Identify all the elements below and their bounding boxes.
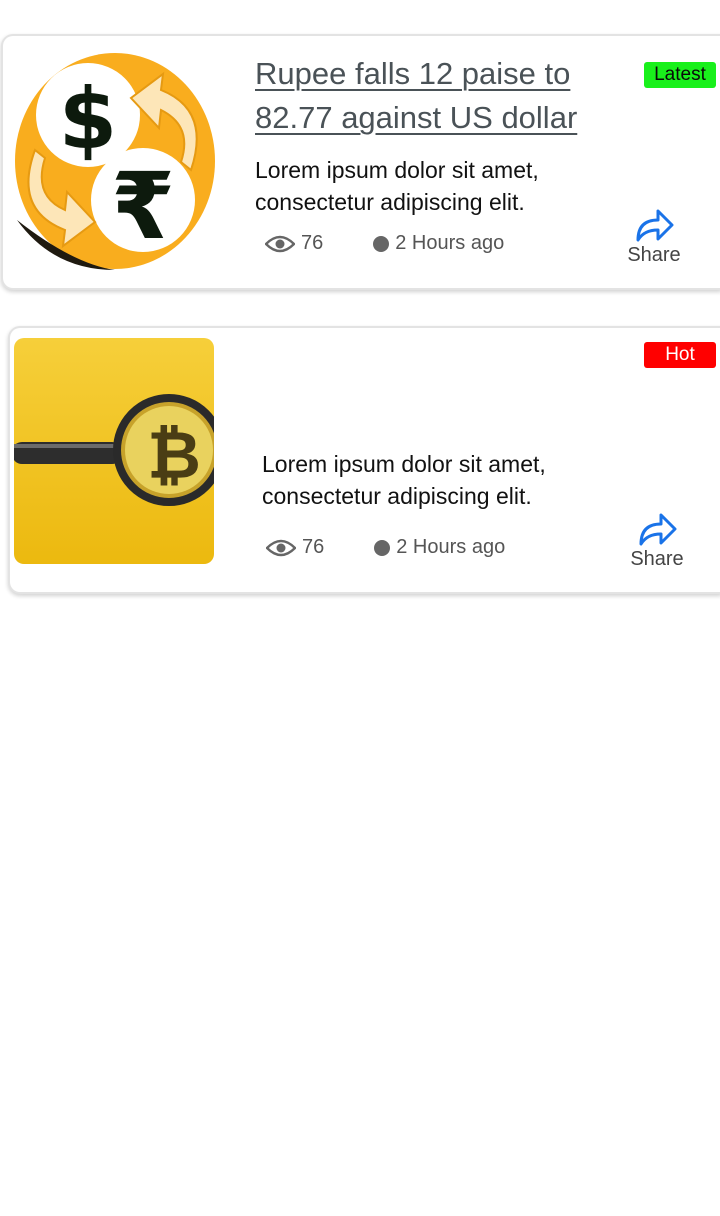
news-card-1[interactable]: $ ₹ Rupee falls 12 paise to 82.77 agains… — [1, 34, 720, 290]
time-ago: 2 Hours ago — [396, 536, 506, 558]
latest-badge: Latest — [644, 62, 716, 88]
hot-badge: Hot — [644, 342, 716, 368]
share-label: Share — [630, 548, 684, 570]
svg-text:₹: ₹ — [111, 153, 175, 260]
svg-text:₿: ₿ — [147, 417, 201, 494]
bitcoin-magnifier-image: ₿ — [14, 338, 214, 564]
share-icon — [636, 209, 674, 242]
share-button[interactable]: Share — [622, 512, 692, 571]
views-count: 76 — [301, 232, 324, 254]
article-description: Lorem ipsum dolor sit amet, consectetur … — [262, 451, 546, 509]
dollar-rupee-exchange-icon: $ ₹ — [13, 50, 217, 272]
time-ago: 2 Hours ago — [395, 232, 505, 254]
views-count: 76 — [302, 536, 325, 558]
share-label: Share — [627, 244, 681, 266]
article-meta: 76 2 Hours ago — [265, 232, 504, 255]
article-description: Lorem ipsum dolor sit amet, consectetur … — [255, 157, 539, 215]
dot-icon — [373, 235, 390, 252]
share-icon — [639, 513, 677, 546]
dot-icon — [374, 539, 391, 556]
svg-text:$: $ — [59, 70, 117, 168]
news-card-2[interactable]: ₿ Hot Lorem ipsum dolor sit amet, consec… — [8, 326, 720, 594]
share-button[interactable]: Share — [619, 208, 689, 267]
eye-icon — [266, 539, 296, 556]
eye-icon — [265, 235, 295, 252]
article-meta: 76 2 Hours ago — [266, 536, 505, 559]
article-title[interactable]: Rupee falls 12 paise to 82.77 against US… — [255, 52, 635, 140]
